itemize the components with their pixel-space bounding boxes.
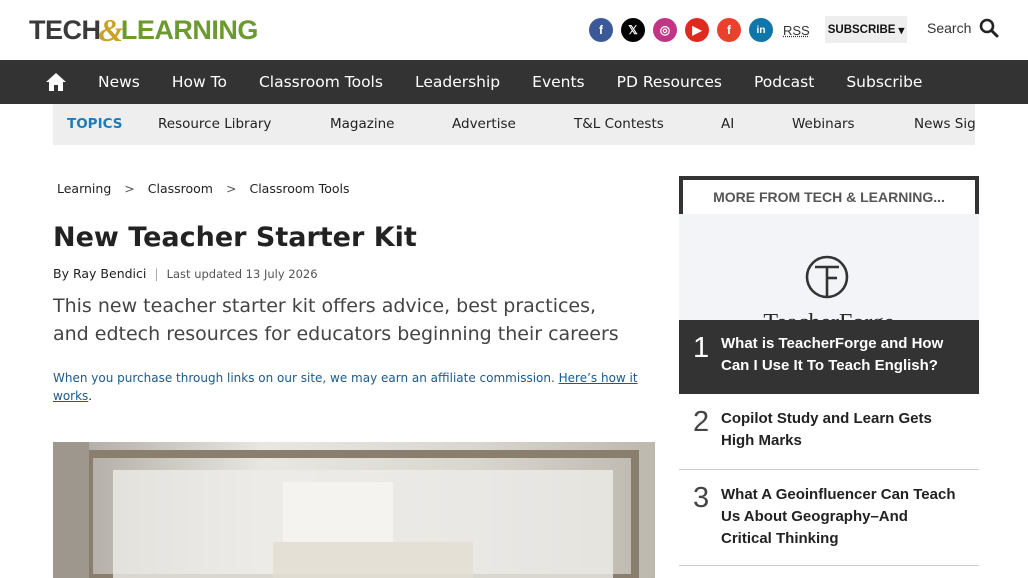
social-links: f 𝕏 ◎ ▶ f in RSS: [589, 18, 810, 42]
topic-tl-contests[interactable]: T&L Contests: [574, 104, 664, 145]
nav-item-leadership[interactable]: Leadership: [399, 73, 516, 91]
topic-magazine[interactable]: Magazine: [330, 104, 394, 145]
article-strapline: This new teacher starter kit offers advi…: [53, 295, 619, 345]
rss-link[interactable]: RSS: [783, 23, 810, 38]
linkedin-icon[interactable]: in: [749, 18, 773, 42]
site-logo[interactable]: TECH & LEARNING: [29, 11, 259, 48]
breadcrumb-item-learning[interactable]: Learning: [57, 181, 111, 196]
affiliate-disclaimer: When you purchase through links on our s…: [53, 369, 653, 405]
nav-item-events[interactable]: Events: [516, 73, 600, 91]
promo-brand: TeacherForge: [679, 310, 979, 320]
topic-advertise[interactable]: Advertise: [452, 104, 516, 145]
search-button[interactable]: Search: [927, 18, 999, 38]
breadcrumb-item-classroom-tools[interactable]: Classroom Tools: [249, 181, 349, 196]
nav-item-news[interactable]: News: [82, 73, 156, 91]
topic-news-signup[interactable]: News Sign: [914, 104, 975, 145]
sidebar-more-from: MORE FROM TECH & LEARNING... TeacherForg…: [679, 176, 979, 578]
nav-item-podcast[interactable]: Podcast: [738, 73, 830, 91]
breadcrumb-separator: >: [124, 181, 135, 196]
topics-label: TOPICS: [67, 116, 123, 132]
subscribe-label: SUBSCRIBE: [827, 23, 896, 36]
breadcrumb-separator: >: [226, 181, 237, 196]
more-item-3[interactable]: 3 What A Geoinfluencer Can Teach Us Abou…: [679, 470, 979, 566]
more-item-2[interactable]: 2 Copilot Study and Learn Gets High Mark…: [679, 394, 979, 470]
topic-ai[interactable]: AI: [721, 104, 734, 145]
topic-resource-library[interactable]: Resource Library: [158, 104, 271, 145]
author-link[interactable]: Ray Bendici: [73, 266, 146, 281]
breadcrumb: Learning > Classroom > Classroom Tools: [57, 181, 349, 196]
last-updated: Last updated 13 July 2026: [166, 266, 318, 281]
flipboard-icon[interactable]: f: [717, 18, 741, 42]
search-label: Search: [927, 20, 972, 36]
article-byline: By Ray Bendici | Last updated 13 July 20…: [53, 266, 318, 281]
caret-down-icon: ▾: [898, 24, 905, 37]
more-item-number: 2: [693, 406, 710, 438]
article-title: New Teacher Starter Kit: [53, 222, 417, 253]
more-item-number: 3: [693, 482, 710, 514]
more-item-1[interactable]: 1 What is TeacherForge and How Can I Use…: [679, 320, 979, 394]
main-navigation: News How To Classroom Tools Leadership E…: [0, 60, 1028, 104]
nav-item-classroom-tools[interactable]: Classroom Tools: [243, 73, 399, 91]
hero-photo-illustration: [53, 442, 655, 578]
home-icon[interactable]: [44, 70, 68, 94]
subscribe-button[interactable]: SUBSCRIBE ▾: [825, 16, 907, 43]
topic-webinars[interactable]: Webinars: [792, 104, 855, 145]
logo-text-learning: LEARNING: [120, 14, 259, 45]
main-nav-items: News How To Classroom Tools Leadership E…: [82, 60, 938, 104]
nav-item-subscribe[interactable]: Subscribe: [830, 73, 938, 91]
sidebar-promo-image[interactable]: TeacherForge: [679, 214, 979, 320]
more-item-title: Copilot Study and Learn Gets High Marks: [721, 410, 932, 449]
more-item-title: What is TeacherForge and How Can I Use I…: [721, 335, 944, 374]
more-item-title: What A Geoinfluencer Can Teach Us About …: [721, 486, 956, 547]
facebook-icon[interactable]: f: [589, 18, 613, 42]
byline-divider: |: [154, 266, 159, 281]
breadcrumb-item-classroom[interactable]: Classroom: [148, 181, 213, 196]
site-header: TECH & LEARNING f 𝕏 ◎ ▶ f in RSS SUBSCRI…: [0, 0, 1028, 60]
x-icon[interactable]: 𝕏: [621, 18, 645, 42]
search-icon: [980, 18, 999, 38]
more-item-number: 1: [693, 332, 710, 364]
instagram-icon[interactable]: ◎: [653, 18, 677, 42]
nav-item-how-to[interactable]: How To: [156, 73, 243, 91]
hero-image: [53, 442, 655, 578]
more-from-heading: MORE FROM TECH & LEARNING...: [679, 176, 979, 214]
nav-item-pd-resources[interactable]: PD Resources: [601, 73, 738, 91]
affiliate-end: .: [88, 389, 93, 403]
logo-text-tech: TECH: [29, 14, 101, 45]
logo-ampersand: &: [98, 11, 124, 48]
affiliate-text: When you purchase through links on our s…: [53, 371, 559, 385]
byline-prefix: By: [53, 266, 69, 281]
youtube-icon[interactable]: ▶: [685, 18, 709, 42]
teacherforge-logo-icon: [805, 255, 849, 299]
topics-navigation: TOPICS Resource Library Magazine Adverti…: [53, 104, 975, 145]
